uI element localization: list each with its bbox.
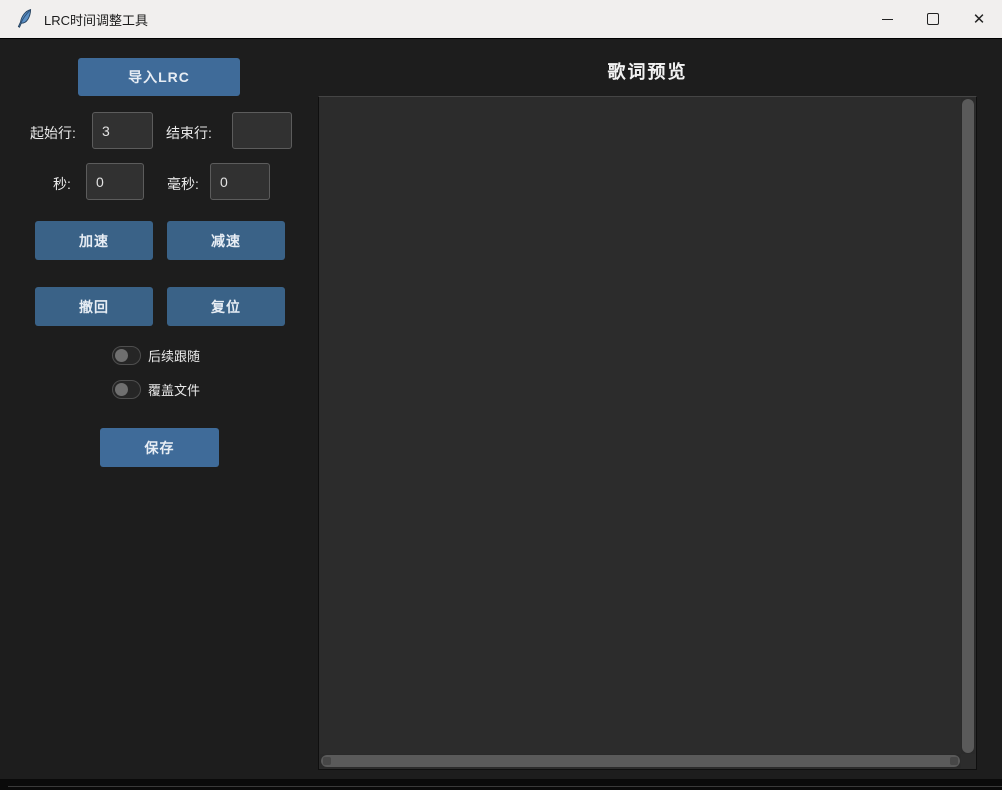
speed-up-button[interactable]: 加速 (35, 221, 153, 260)
close-icon: ✕ (973, 12, 986, 27)
maximize-icon (927, 13, 939, 25)
start-line-label: 起始行: (30, 123, 76, 143)
minimize-icon (882, 19, 893, 20)
follow-toggle[interactable] (112, 346, 141, 365)
horizontal-scrollbar[interactable] (320, 754, 961, 768)
toggle-knob (115, 349, 128, 362)
minimize-button[interactable] (864, 0, 910, 38)
desktop-sliver-bottom (0, 779, 1002, 790)
vertical-scrollbar[interactable] (961, 98, 975, 754)
overwrite-toggle-label: 覆盖文件 (148, 380, 200, 399)
lyrics-preview-title: 歌词预览 (318, 58, 977, 84)
titlebar[interactable]: LRC时间调整工具 ✕ (0, 0, 1002, 39)
seconds-label: 秒: (53, 174, 71, 194)
lyrics-preview-textarea[interactable] (318, 96, 977, 770)
seconds-input[interactable] (86, 163, 144, 200)
milliseconds-label: 毫秒: (167, 174, 199, 194)
desktop: LRC时间调整工具 ✕ 导入LRC 起始行: 结束行: 秒: 毫秒: 加速 (0, 0, 1002, 790)
window-title: LRC时间调整工具 (44, 10, 148, 29)
milliseconds-input[interactable] (210, 163, 270, 200)
overwrite-toggle-row: 覆盖文件 (112, 380, 200, 399)
undo-button[interactable]: 撤回 (35, 287, 153, 326)
maximize-button[interactable] (910, 0, 956, 38)
scrollbar-right-cap (950, 757, 958, 765)
import-lrc-button[interactable]: 导入LRC (78, 58, 240, 96)
save-button[interactable]: 保存 (100, 428, 219, 467)
vertical-scrollbar-thumb[interactable] (962, 99, 974, 753)
follow-toggle-row: 后续跟随 (112, 346, 200, 365)
lyrics-preview-content (325, 101, 956, 749)
reset-button[interactable]: 复位 (167, 287, 285, 326)
app-window: LRC时间调整工具 ✕ 导入LRC 起始行: 结束行: 秒: 毫秒: 加速 (0, 0, 1002, 779)
close-button[interactable]: ✕ (956, 0, 1002, 38)
horizontal-scrollbar-thumb[interactable] (321, 755, 960, 767)
overwrite-toggle[interactable] (112, 380, 141, 399)
end-line-input[interactable] (232, 112, 292, 149)
python-feather-icon (14, 8, 34, 30)
window-controls: ✕ (864, 0, 1002, 38)
scrollbar-left-cap (323, 757, 331, 765)
start-line-input[interactable] (92, 112, 153, 149)
end-line-label: 结束行: (166, 123, 212, 143)
toggle-knob (115, 383, 128, 396)
slow-down-button[interactable]: 减速 (167, 221, 285, 260)
follow-toggle-label: 后续跟随 (148, 346, 200, 365)
desktop-edge-line (8, 786, 1002, 787)
